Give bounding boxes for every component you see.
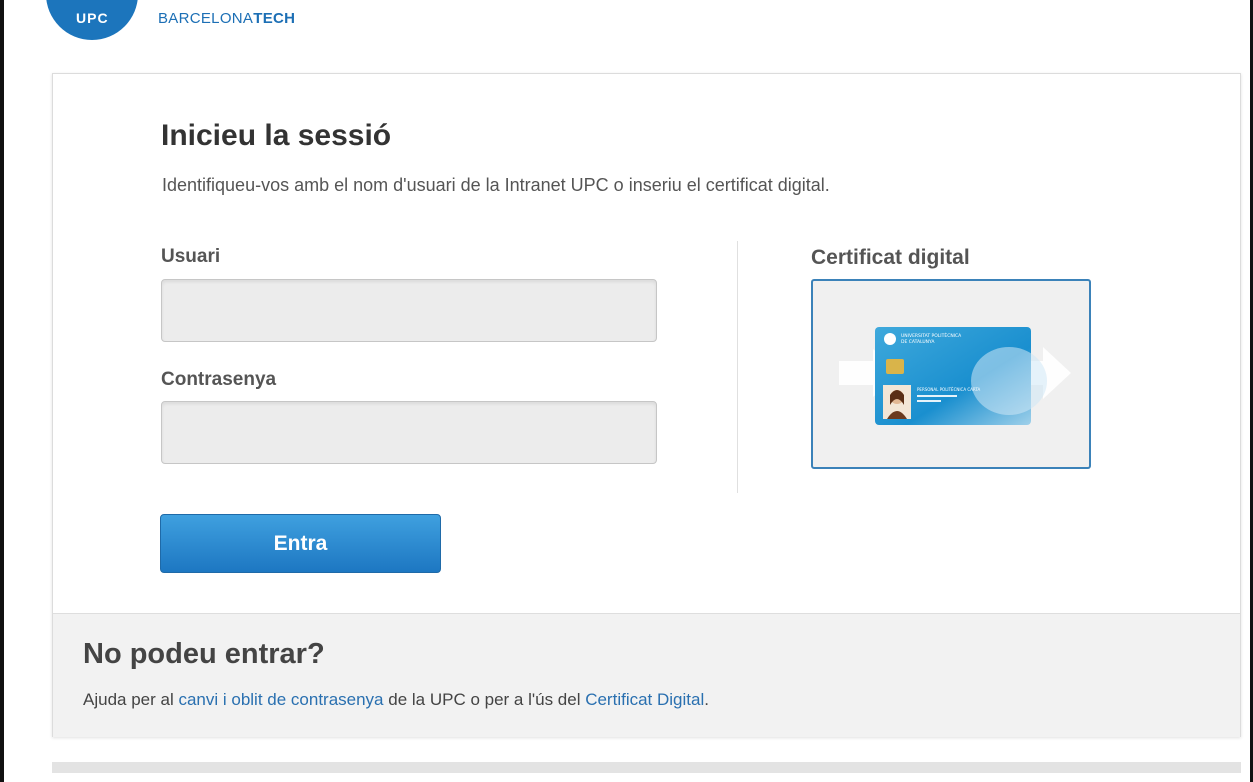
password-help-link[interactable]: canvi i oblit de contrasenya xyxy=(178,690,383,709)
card-text-line xyxy=(917,395,957,397)
login-submit-button[interactable]: Entra xyxy=(160,514,441,573)
certificate-label: Certificat digital xyxy=(811,246,970,269)
logo-name-bold: TECH xyxy=(253,10,296,27)
column-divider xyxy=(737,241,738,493)
username-field[interactable] xyxy=(161,279,657,342)
certificate-button[interactable]: UNIVERSITAT POLITÈCNICA DE CATALUNYA PER… xyxy=(811,279,1091,469)
password-field[interactable] xyxy=(161,401,657,464)
card-text-line xyxy=(917,400,941,402)
bottom-bar xyxy=(52,762,1241,773)
help-title: No podeu entrar? xyxy=(83,638,325,670)
certificate-help-link[interactable]: Certificat Digital xyxy=(585,690,704,709)
login-instructions: Identifiqueu-vos amb el nom d'usuari de … xyxy=(162,175,830,195)
card-swoosh-shape xyxy=(971,347,1047,415)
window-frame-left xyxy=(0,0,4,782)
login-card: Inicieu la sessió Identifiqueu-vos amb e… xyxy=(52,73,1241,737)
page-title: Inicieu la sessió xyxy=(161,119,392,152)
help-text: Ajuda per al canvi i oblit de contraseny… xyxy=(83,690,709,710)
card-university-line2: DE CATALUNYA xyxy=(901,339,935,345)
card-chip-shape xyxy=(886,359,904,374)
certificate-card-icon: UNIVERSITAT POLITÈCNICA DE CATALUNYA PER… xyxy=(839,327,1071,425)
help-section: No podeu entrar? Ajuda per al canvi i ob… xyxy=(53,613,1240,737)
help-text-middle: de la UPC o per a l'ús del xyxy=(383,690,586,709)
password-label: Contrasenya xyxy=(161,369,277,390)
card-logo-shape xyxy=(884,333,896,345)
logo-wordmark: BARCELONATECH xyxy=(158,10,295,27)
logo-name-light: BARCELONA xyxy=(158,10,254,27)
help-text-before: Ajuda per al xyxy=(83,690,179,709)
logo-abbr: UPC xyxy=(76,10,109,26)
username-label: Usuari xyxy=(161,246,221,267)
help-text-after: . xyxy=(704,690,709,709)
upc-logo: UPC xyxy=(46,0,138,40)
card-holder-name: PERSONAL POLITÈCNICA CARTA xyxy=(917,387,980,392)
